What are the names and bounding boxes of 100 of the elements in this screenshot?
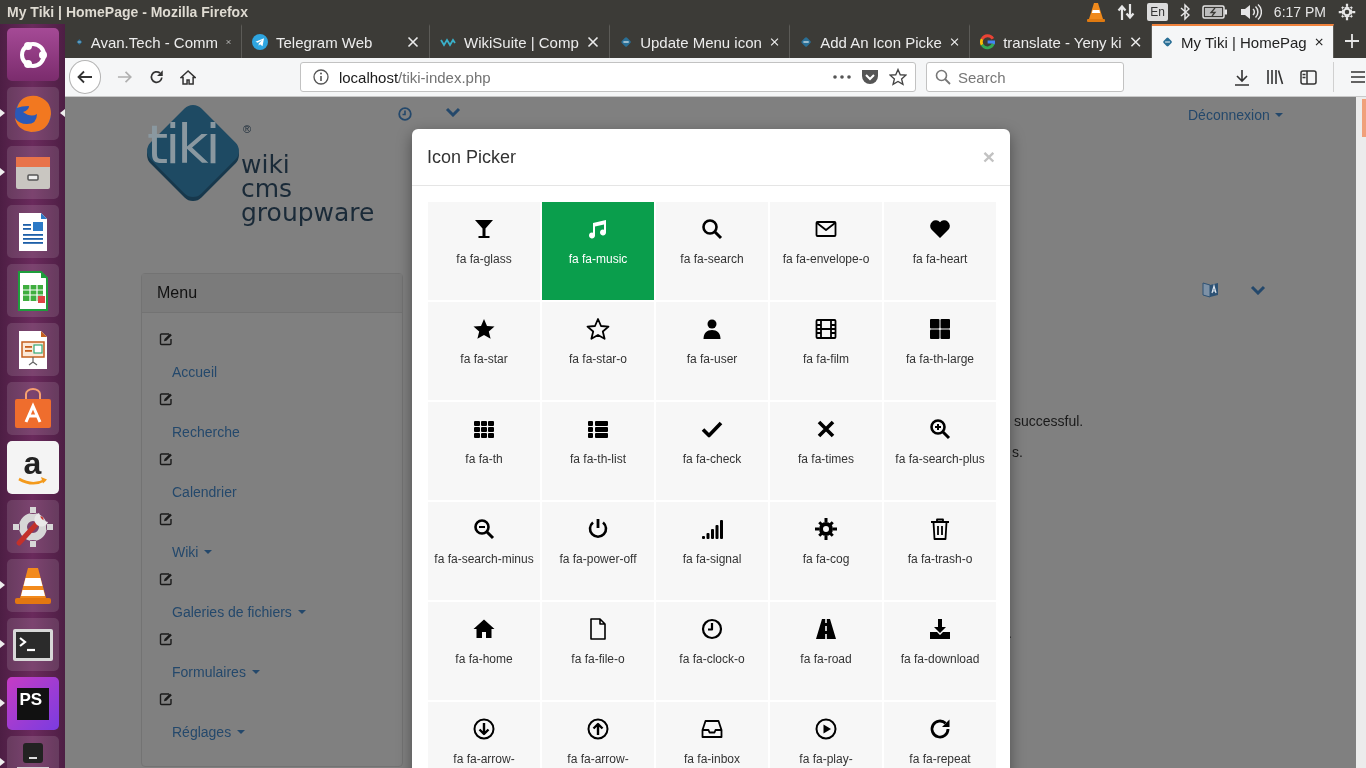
download-icon — [928, 617, 952, 641]
icon-option[interactable]: fa fa-cog — [770, 502, 882, 600]
icon-option[interactable]: fa fa-check — [656, 402, 768, 500]
close-icon[interactable] — [1129, 36, 1141, 48]
edit-icon[interactable] — [159, 332, 173, 346]
address-bar[interactable]: localhost/tiki-index.php — [299, 62, 916, 92]
launcher-button[interactable] — [6, 323, 59, 376]
home-icon[interactable] — [179, 68, 196, 86]
bookmark-star-icon[interactable] — [889, 68, 907, 86]
icon-option[interactable]: fa fa-file-o — [542, 602, 654, 700]
icon-option[interactable]: fa fa-trash-o — [884, 502, 996, 600]
star-icon — [472, 317, 496, 341]
battery-icon[interactable] — [1201, 5, 1228, 19]
close-icon[interactable] — [769, 36, 779, 48]
icon-option[interactable]: fa fa-user — [656, 302, 768, 400]
volume-icon[interactable] — [1239, 3, 1262, 21]
heart-icon — [928, 217, 952, 241]
library-icon[interactable] — [1266, 69, 1284, 85]
icon-option[interactable]: fa fa-th-list — [542, 402, 654, 500]
info-icon[interactable] — [312, 69, 329, 85]
launcher-button[interactable] — [6, 559, 59, 612]
close-icon[interactable] — [587, 36, 599, 48]
icon-option[interactable]: fa fa-search-plus — [884, 402, 996, 500]
translate-icon[interactable] — [1202, 281, 1219, 298]
play-circle-icon — [814, 717, 838, 741]
icon-option[interactable]: fa fa-arrow- — [428, 702, 540, 768]
edit-icon[interactable] — [159, 452, 173, 466]
colored-ring-icon — [980, 34, 996, 50]
traffic-cone-icon[interactable] — [1087, 2, 1106, 22]
launcher-button[interactable] — [6, 28, 59, 81]
transfer-arrows-icon[interactable] — [1117, 3, 1136, 21]
edit-icon[interactable] — [159, 392, 173, 406]
edit-icon[interactable] — [159, 512, 173, 526]
zoom-in-icon — [928, 417, 952, 441]
launcher-button[interactable] — [6, 205, 59, 258]
launcher-button[interactable]: PS — [6, 677, 59, 730]
icon-option[interactable]: fa fa-th-large — [884, 302, 996, 400]
inbox-icon — [700, 717, 724, 741]
icon-option[interactable]: fa fa-heart — [884, 202, 996, 300]
gear-icon[interactable] — [1338, 3, 1356, 21]
icon-option[interactable]: fa fa-star — [428, 302, 540, 400]
menu-icon[interactable] — [1350, 70, 1366, 84]
sidebar-icon[interactable] — [1300, 69, 1317, 85]
icon-option[interactable]: fa fa-glass — [428, 202, 540, 300]
launcher-button[interactable] — [6, 146, 59, 199]
launcher-button[interactable] — [6, 500, 59, 553]
more-dots-icon[interactable] — [833, 75, 851, 79]
download-icon[interactable] — [1234, 68, 1250, 86]
close-icon[interactable] — [1314, 36, 1323, 48]
film-icon — [814, 317, 838, 341]
launcher-button[interactable] — [6, 382, 59, 435]
icon-option[interactable]: fa fa-film — [770, 302, 882, 400]
icon-option[interactable]: fa fa-play- — [770, 702, 882, 768]
edit-icon[interactable] — [159, 632, 173, 646]
repeat-icon — [928, 717, 952, 741]
dialog-title: Icon Picker — [427, 146, 517, 168]
body-text: successful. — [1014, 412, 1084, 431]
pocket-icon[interactable] — [861, 69, 879, 85]
icon-option[interactable]: fa fa-star-o — [542, 302, 654, 400]
icon-option[interactable]: fa fa-inbox — [656, 702, 768, 768]
star-outline-icon — [586, 317, 610, 341]
icon-option[interactable]: fa fa-power-off — [542, 502, 654, 600]
paper-plane-icon — [252, 34, 268, 50]
window-title: My Tiki | HomePage - Mozilla Firefox — [7, 4, 248, 20]
reload-icon[interactable] — [148, 69, 164, 85]
icon-option[interactable]: fa fa-th — [428, 402, 540, 500]
arrow-up-circle-icon — [586, 717, 610, 741]
bluetooth-icon[interactable] — [1179, 3, 1190, 21]
signal-bars-icon — [700, 517, 724, 541]
launcher-button[interactable]: a — [6, 441, 59, 494]
edit-icon[interactable] — [159, 572, 173, 586]
icon-option[interactable]: fa fa-search-minus — [428, 502, 540, 600]
icon-option[interactable]: fa fa-arrow- — [542, 702, 654, 768]
trash-icon — [928, 517, 952, 541]
clock-text[interactable]: 6:17 PM — [1273, 4, 1326, 20]
icon-option[interactable]: fa fa-music — [542, 202, 654, 300]
launcher-button[interactable] — [6, 618, 59, 671]
icon-option[interactable]: fa fa-repeat — [884, 702, 996, 768]
browser-tab[interactable]: My Tiki | HomePag — [1152, 24, 1334, 58]
back-button[interactable] — [69, 60, 102, 94]
new-tab-icon[interactable] — [1344, 33, 1360, 49]
icon-option[interactable]: fa fa-home — [428, 602, 540, 700]
icon-option[interactable]: fa fa-search — [656, 202, 768, 300]
icon-option[interactable]: fa fa-envelope-o — [770, 202, 882, 300]
launcher-button[interactable] — [6, 264, 59, 317]
smile-arrow-icon — [16, 476, 49, 487]
icon-option[interactable]: fa fa-road — [770, 602, 882, 700]
keyboard-layout-indicator[interactable]: En — [1147, 3, 1168, 21]
scrollbar-thumb[interactable] — [1362, 99, 1366, 137]
close-icon[interactable] — [407, 36, 419, 48]
scrollbar[interactable] — [1356, 97, 1366, 768]
icon-option[interactable]: fa fa-times — [770, 402, 882, 500]
icon-option[interactable]: fa fa-clock-o — [656, 602, 768, 700]
icon-option[interactable]: fa fa-download — [884, 602, 996, 700]
edit-icon[interactable] — [159, 692, 173, 706]
close-icon[interactable] — [949, 36, 959, 48]
search-field[interactable]: Search — [926, 62, 1124, 92]
icon-option[interactable]: fa fa-signal — [656, 502, 768, 600]
home-icon — [472, 617, 496, 641]
road-icon — [814, 617, 838, 641]
